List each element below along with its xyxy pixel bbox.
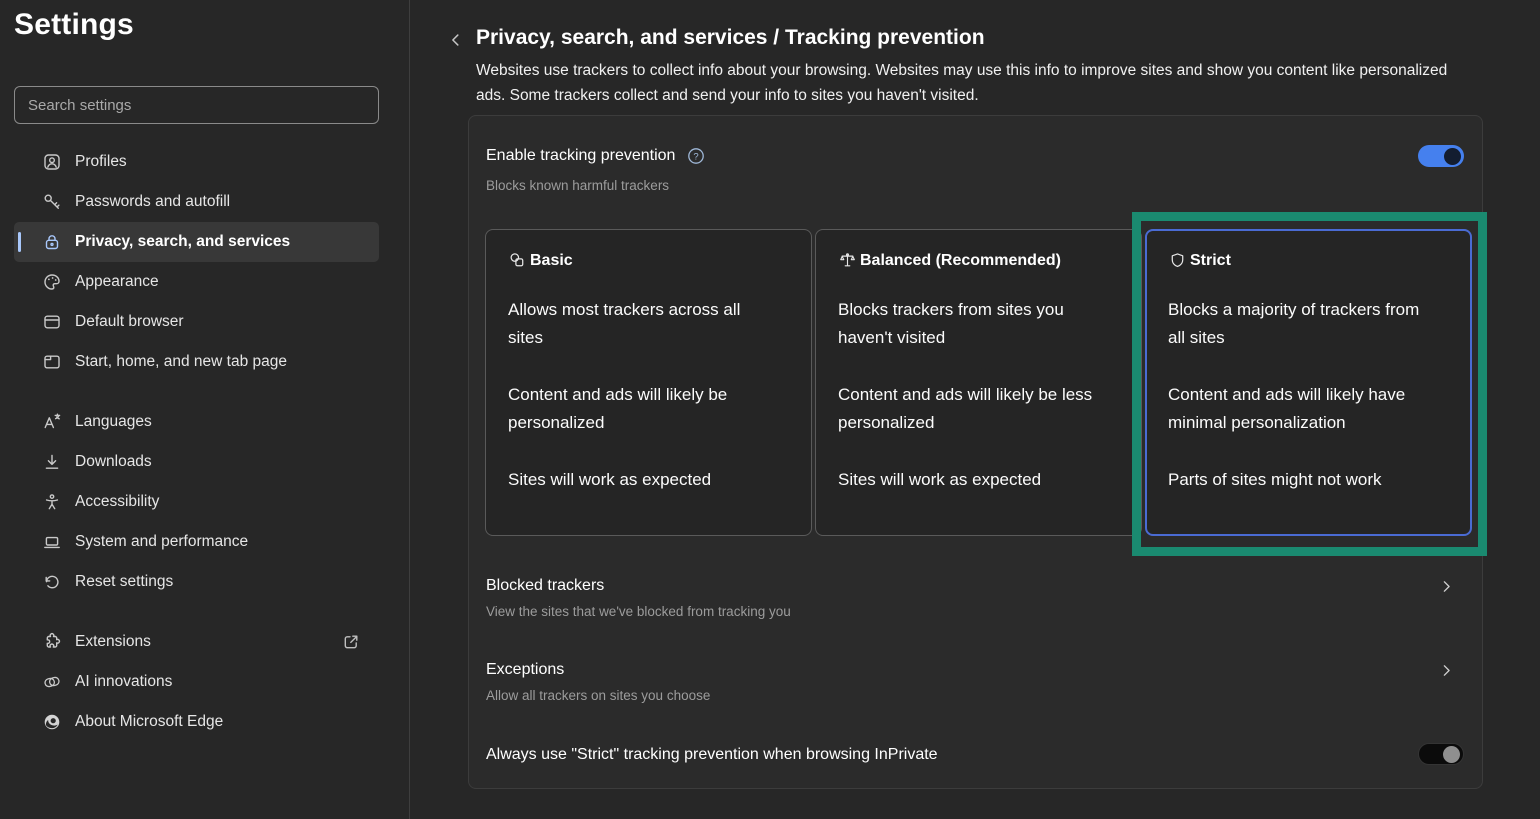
sidebar-item-reset[interactable]: Reset settings — [14, 562, 379, 602]
key-icon — [42, 192, 62, 212]
level-card-header: Strict — [1168, 251, 1449, 270]
tab-page-icon — [42, 352, 62, 372]
sidebar-item-label: Reset settings — [75, 573, 173, 591]
sidebar-item-label: Accessibility — [75, 493, 159, 511]
sidebar-item-start-home[interactable]: Start, home, and new tab page — [14, 342, 379, 382]
sidebar-item-label: Start, home, and new tab page — [75, 353, 287, 371]
blocked-trackers-row[interactable]: Blocked trackers View the sites that we'… — [486, 577, 1465, 619]
level-name: Balanced (Recommended) — [860, 252, 1061, 270]
sidebar-item-ai-innovations[interactable]: AI innovations — [14, 662, 379, 702]
settings-sidebar: Settings Profiles Passwords and autofill — [0, 0, 410, 819]
exceptions-label: Exceptions — [486, 661, 1465, 679]
tracking-levels-row: Basic Allows most trackers across all si… — [485, 229, 1472, 536]
nav-group-divider — [14, 382, 379, 402]
copilot-icon — [42, 672, 62, 692]
level-line: Content and ads will likely have minimal… — [1168, 381, 1430, 437]
sidebar-item-label: Passwords and autofill — [75, 193, 230, 211]
inprivate-strict-label: Always use "Strict" tracking prevention … — [486, 746, 938, 764]
level-line: Parts of sites might not work — [1168, 466, 1430, 494]
shield-icon — [1168, 251, 1187, 270]
level-card-header: Balanced (Recommended) — [838, 251, 1119, 270]
sidebar-item-label: About Microsoft Edge — [75, 713, 223, 731]
languages-icon — [42, 412, 62, 432]
sidebar-item-label: Profiles — [75, 153, 127, 171]
sidebar-item-default-browser[interactable]: Default browser — [14, 302, 379, 342]
level-line: Sites will work as expected — [508, 466, 770, 494]
chevron-right-icon — [1438, 662, 1455, 679]
enable-tracking-label: Enable tracking prevention — [486, 147, 675, 165]
profiles-icon — [42, 152, 62, 172]
back-chevron-icon[interactable] — [447, 31, 465, 49]
inprivate-strict-toggle[interactable] — [1418, 743, 1464, 765]
level-name: Basic — [530, 252, 573, 270]
sidebar-item-extensions[interactable]: Extensions — [14, 622, 379, 662]
svg-text:?: ? — [694, 151, 699, 162]
level-line: Blocks trackers from sites you haven't v… — [838, 296, 1100, 352]
sidebar-item-label: AI innovations — [75, 673, 172, 691]
puzzle-icon — [42, 632, 62, 652]
level-line: Content and ads will likely be less pers… — [838, 381, 1100, 437]
edge-logo-icon — [42, 712, 62, 732]
blocked-trackers-sublabel: View the sites that we've blocked from t… — [486, 604, 1465, 619]
sidebar-item-label: Extensions — [75, 633, 151, 651]
external-link-icon — [341, 632, 361, 652]
exceptions-row[interactable]: Exceptions Allow all trackers on sites y… — [486, 661, 1465, 703]
toggle-knob — [1444, 148, 1461, 165]
sidebar-item-label: Privacy, search, and services — [75, 233, 290, 251]
level-line: Blocks a majority of trackers from all s… — [1168, 296, 1430, 352]
level-line: Allows most trackers across all sites — [508, 296, 770, 352]
sidebar-item-about-edge[interactable]: About Microsoft Edge — [14, 702, 379, 742]
download-icon — [42, 452, 62, 472]
level-line: Sites will work as expected — [838, 466, 1100, 494]
laptop-icon — [42, 532, 62, 552]
blocked-trackers-label: Blocked trackers — [486, 577, 1465, 595]
settings-main-panel: Privacy, search, and services / Tracking… — [411, 0, 1540, 819]
search-input[interactable] — [14, 86, 379, 124]
sidebar-item-system[interactable]: System and performance — [14, 522, 379, 562]
level-name: Strict — [1190, 252, 1231, 270]
nav-group-divider — [14, 602, 379, 622]
sidebar-item-label: Default browser — [75, 313, 184, 331]
tracking-prevention-card: Enable tracking prevention ? Blocks know… — [468, 115, 1483, 789]
sidebar-item-privacy[interactable]: Privacy, search, and services — [14, 222, 379, 262]
sidebar-item-label: Languages — [75, 413, 152, 431]
exceptions-sublabel: Allow all trackers on sites you choose — [486, 688, 1465, 703]
level-card-basic[interactable]: Basic Allows most trackers across all si… — [485, 229, 812, 536]
reset-icon — [42, 572, 62, 592]
search-box — [14, 86, 379, 124]
lock-icon — [42, 232, 62, 252]
sidebar-item-label: Appearance — [75, 273, 159, 291]
accessibility-icon — [42, 492, 62, 512]
level-card-balanced[interactable]: Balanced (Recommended) Blocks trackers f… — [815, 229, 1142, 536]
sidebar-item-profiles[interactable]: Profiles — [14, 142, 379, 182]
sidebar-item-languages[interactable]: Languages — [14, 402, 379, 442]
chevron-right-icon — [1438, 578, 1455, 595]
level-card-strict[interactable]: Strict Blocks a majority of trackers fro… — [1145, 229, 1472, 536]
toggle-knob — [1443, 746, 1460, 763]
level-card-header: Basic — [508, 251, 789, 270]
sidebar-nav: Profiles Passwords and autofill Privacy,… — [14, 142, 379, 742]
app-title: Settings — [14, 8, 134, 42]
basic-shapes-icon — [508, 251, 527, 270]
balance-scale-icon — [838, 251, 857, 270]
sidebar-item-label: Downloads — [75, 453, 152, 471]
sidebar-item-appearance[interactable]: Appearance — [14, 262, 379, 302]
enable-tracking-toggle[interactable] — [1418, 145, 1464, 167]
sidebar-item-label: System and performance — [75, 533, 248, 551]
sidebar-item-downloads[interactable]: Downloads — [14, 442, 379, 482]
browser-window-icon — [42, 312, 62, 332]
sidebar-item-passwords[interactable]: Passwords and autofill — [14, 182, 379, 222]
palette-icon — [42, 272, 62, 292]
sidebar-item-accessibility[interactable]: Accessibility — [14, 482, 379, 522]
help-icon[interactable]: ? — [686, 146, 706, 166]
page-description: Websites use trackers to collect info ab… — [476, 58, 1478, 108]
enable-tracking-sublabel: Blocks known harmful trackers — [486, 178, 669, 193]
enable-tracking-row: Enable tracking prevention ? — [486, 146, 706, 166]
page-title: Privacy, search, and services / Tracking… — [476, 26, 985, 50]
level-line: Content and ads will likely be personali… — [508, 381, 770, 437]
